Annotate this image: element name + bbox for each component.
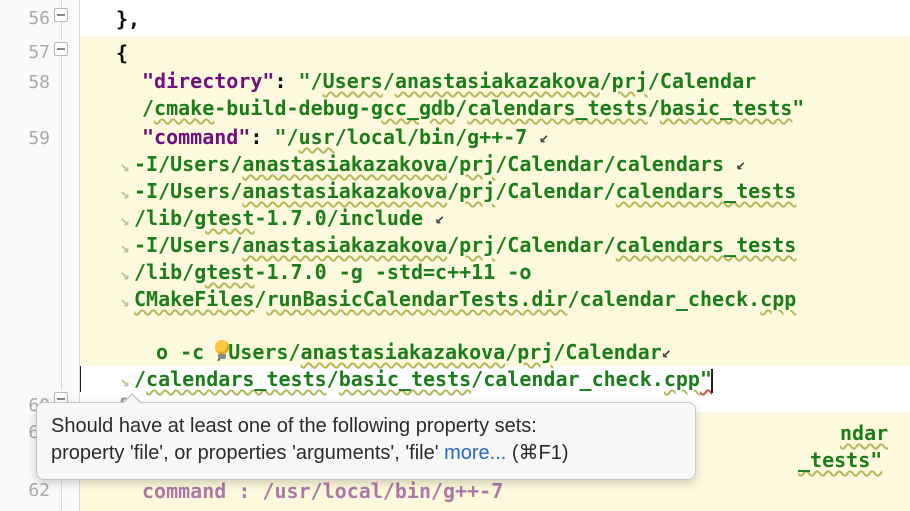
line-number: 56: [0, 8, 50, 29]
soft-wrap-icon: ↙: [736, 154, 746, 173]
code-editor: 56 57 58 59 60 61 62 }, { "directory": "…: [0, 0, 910, 511]
code-line-wrap: ↘-I/Users/anastasiakazakova/prj/Calendar…: [80, 234, 910, 258]
wrap-arrow-icon: ↘: [120, 263, 134, 285]
inspection-tooltip: Should have at least one of the followin…: [36, 402, 696, 480]
wrap-arrow-icon: ↘: [120, 370, 134, 392]
line-number: 59: [0, 128, 50, 149]
wrap-arrow-icon: ↘: [120, 236, 134, 258]
code-line-wrap: ↘-I/Users/anastasiakazakova/prj/Calendar…: [80, 180, 910, 204]
tooltip-text: Should have at least one of the followin…: [51, 415, 537, 437]
code-line-wrap: /cmake-build-debug-gcc_gdb/calendars_tes…: [80, 97, 910, 119]
text-caret: [711, 369, 713, 393]
lightbulb-icon[interactable]: [212, 340, 232, 360]
wrap-arrow-icon: ↘: [120, 155, 134, 177]
code-line-wrap: ↘/lib/gtest-1.7.0/include ↙: [80, 207, 910, 231]
tooltip-shortcut: (⌘F1): [506, 442, 568, 464]
code-line-wrap: ↘/lib/gtest-1.7.0 -g -std=c++11 -o: [80, 261, 910, 285]
code-line: {: [80, 42, 910, 64]
code-line: },: [80, 8, 910, 30]
soft-wrap-icon: ↙: [662, 342, 672, 361]
fold-expand-icon[interactable]: [54, 42, 68, 56]
wrap-arrow-icon: ↘: [120, 209, 134, 231]
code-line-wrap: o -c /Users/anastasiakazakova/prj/Calend…: [80, 341, 910, 365]
code-line-wrap: ↘CMakeFiles/runBasicCalendarTests.dir/ca…: [80, 288, 910, 312]
fold-collapse-icon[interactable]: [54, 8, 68, 22]
tooltip-more-link[interactable]: more...: [444, 442, 506, 464]
soft-wrap-icon: ↙: [539, 127, 549, 146]
tooltip-text: property 'file', or properties 'argument…: [51, 442, 444, 464]
wrap-arrow-icon: ↘: [120, 290, 134, 312]
code-line-wrap: ↘/calendars_tests/basic_tests/calendar_c…: [80, 368, 910, 393]
line-number: 57: [0, 42, 50, 63]
code-line: "directory": "/Users/anastasiakazakova/p…: [80, 70, 910, 92]
line-number: 58: [0, 72, 50, 93]
wrap-arrow-icon: ↘: [120, 182, 134, 204]
code-line: "command": "/usr/local/bin/g++-7 ↙: [80, 126, 910, 150]
line-number: 62: [0, 480, 50, 501]
soft-wrap-icon: ↙: [435, 208, 445, 227]
code-line: command : /usr/local/bin/g++-7: [80, 480, 910, 502]
code-line-wrap: ↘-I/Users/anastasiakazakova/prj/Calendar…: [80, 153, 910, 177]
